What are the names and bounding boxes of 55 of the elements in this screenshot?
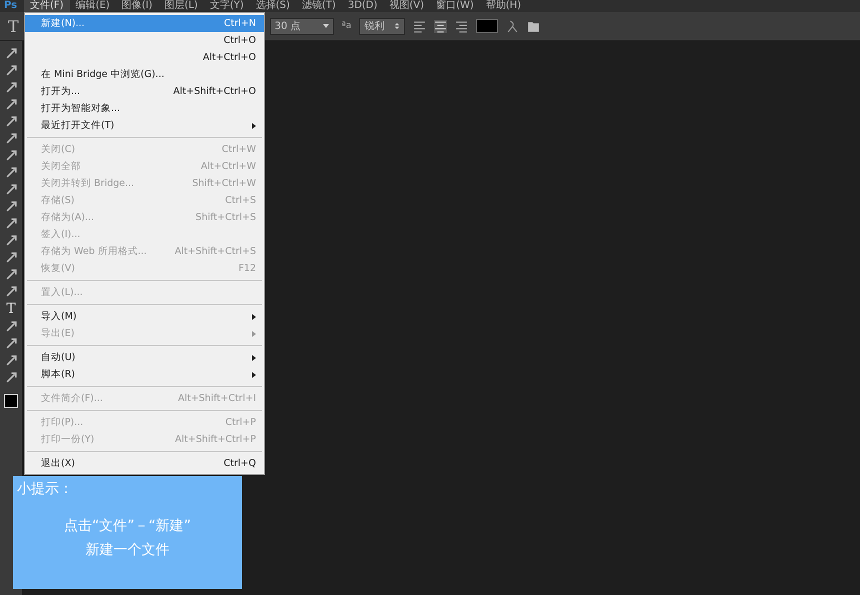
menu-bar-item[interactable]: 帮助(H)	[480, 0, 528, 12]
menu-item[interactable]: Alt+Ctrl+O	[25, 49, 264, 66]
tool-icon[interactable]	[4, 371, 18, 384]
menu-item[interactable]: 在 Mini Bridge 中浏览(G)...	[25, 66, 264, 83]
menu-item[interactable]: 导入(M)	[25, 308, 264, 325]
menu-item[interactable]: 自动(U)	[25, 349, 264, 366]
tool-preset-glyph[interactable]: T	[0, 16, 19, 36]
tool-icon[interactable]	[4, 132, 18, 145]
tool-icon[interactable]	[4, 115, 18, 128]
antialias-icon: ªa	[342, 21, 352, 31]
tool-icon[interactable]	[4, 217, 18, 230]
menu-item[interactable]: 打开为智能对象...	[25, 100, 264, 117]
tool-icon[interactable]	[4, 268, 18, 281]
caret-icon	[322, 23, 329, 29]
menu-item[interactable]: 脚本(R)	[25, 366, 264, 383]
tool-icon[interactable]	[4, 149, 18, 162]
menu-bar-item[interactable]: 选择(S)	[250, 0, 296, 12]
tool-icon[interactable]	[4, 81, 18, 94]
warp-text-icon[interactable]	[506, 20, 520, 32]
menu-bar-item[interactable]: 编辑(E)	[70, 0, 116, 12]
tool-icon[interactable]	[4, 47, 18, 60]
tool-icon[interactable]	[4, 98, 18, 111]
menu-bar-item[interactable]: 图层(L)	[158, 0, 204, 12]
tool-icon[interactable]	[4, 200, 18, 213]
text-color-swatch[interactable]	[476, 19, 498, 33]
folder-icon[interactable]	[527, 20, 540, 32]
menu-bar-item[interactable]: 滤镜(T)	[296, 0, 342, 12]
foreground-color-swatch[interactable]	[4, 394, 18, 408]
tool-icon[interactable]	[4, 354, 18, 367]
align-left-icon[interactable]	[413, 20, 426, 32]
menu-item[interactable]: 最近打开文件(T)	[25, 117, 264, 134]
tool-icon[interactable]	[4, 320, 18, 333]
tool-icon[interactable]	[4, 234, 18, 247]
tool-icon[interactable]	[4, 166, 18, 179]
align-center-icon[interactable]	[434, 20, 448, 32]
app-logo: Ps	[3, 0, 18, 12]
font-size-dropdown[interactable]: 30 点	[270, 18, 334, 34]
type-tool[interactable]: T	[6, 302, 16, 316]
menu-item[interactable]: 退出(X) Ctrl+Q	[25, 455, 264, 472]
antialias-dropdown[interactable]: 锐利	[359, 18, 406, 34]
menu-item[interactable]: Ctrl+O	[25, 32, 264, 49]
tip-text: 新建一个文件	[84, 541, 170, 560]
menu-bar-item[interactable]: 图像(I)	[116, 0, 158, 12]
tool-icon[interactable]	[4, 183, 18, 196]
tool-icon[interactable]	[4, 337, 18, 350]
align-right-icon[interactable]	[455, 20, 468, 32]
tool-icon[interactable]	[4, 251, 18, 264]
tool-icon[interactable]	[4, 64, 18, 77]
tip-text: 点击“文件”－“新建”	[62, 517, 192, 536]
stepper-icon	[394, 23, 400, 29]
tip-title: 小提示：	[17, 480, 74, 498]
menu-bar-item[interactable]: 3D(D)	[342, 0, 384, 12]
menu-bar-item[interactable]: 视图(V)	[383, 0, 430, 12]
menu-item[interactable]: 打开为... Alt+Shift+Ctrl+O	[25, 83, 264, 100]
tool-icon[interactable]	[4, 285, 18, 298]
